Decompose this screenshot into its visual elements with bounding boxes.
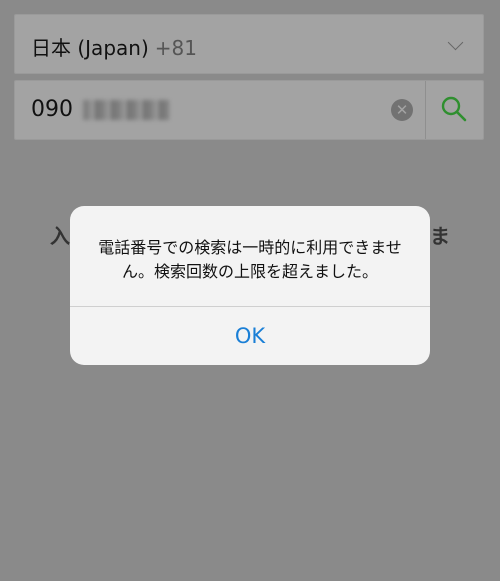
divider bbox=[425, 81, 426, 139]
phone-number-input[interactable]: 090 bbox=[31, 97, 73, 122]
redacted-number bbox=[83, 100, 169, 120]
country-name: 日本 (Japan) +81 bbox=[31, 32, 197, 61]
country-label: 日本 (Japan) bbox=[31, 36, 149, 60]
alert-message: 電話番号での検索は一時的に利用できません。検索回数の上限を超えました。 bbox=[98, 238, 402, 281]
background-text-left: 入 bbox=[50, 224, 70, 248]
alert-dialog: 電話番号での検索は一時的に利用できません。検索回数の上限を超えました。 OK bbox=[70, 206, 430, 365]
clear-icon[interactable]: ✕ bbox=[391, 99, 413, 121]
country-code: +81 bbox=[154, 36, 197, 60]
country-selector[interactable]: 日本 (Japan) +81 bbox=[14, 14, 484, 74]
chevron-down-icon bbox=[447, 34, 464, 51]
phone-search-row: 090 ✕ bbox=[14, 80, 484, 140]
search-icon[interactable] bbox=[439, 94, 469, 124]
background-text-right: ま bbox=[430, 224, 450, 248]
ok-button[interactable]: OK bbox=[70, 307, 430, 365]
